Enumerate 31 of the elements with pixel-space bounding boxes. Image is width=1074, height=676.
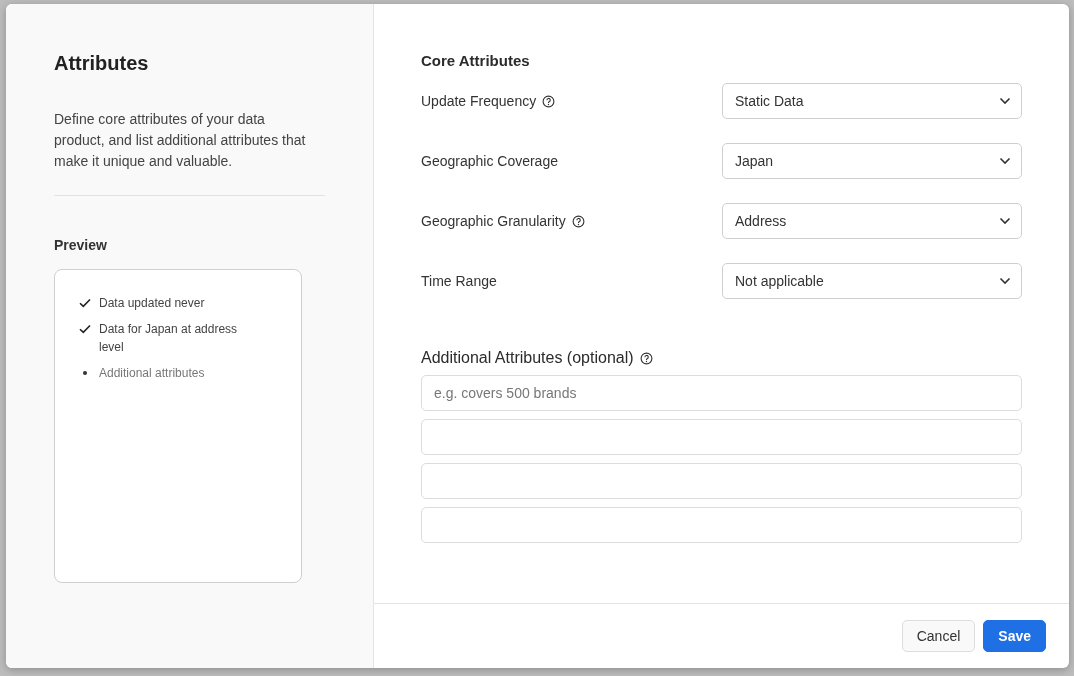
field-label: Time Range [421, 273, 497, 289]
dialog-title: Attributes [54, 52, 150, 75]
section-heading: Additional Attributes (optional) [421, 349, 634, 367]
select-field[interactable]: Not applicable [722, 263, 1022, 299]
chevron-down-icon [999, 277, 1011, 285]
help-icon[interactable] [571, 214, 585, 228]
help-icon[interactable] [542, 94, 556, 108]
check-icon [79, 298, 91, 308]
input-field[interactable] [421, 463, 1022, 499]
help-icon[interactable] [639, 351, 653, 365]
preview-heading: Preview [54, 237, 107, 253]
chevron-down-icon [999, 157, 1011, 165]
section-heading: Core Attributes [421, 52, 530, 69]
select-field[interactable]: Address [722, 203, 1022, 239]
field-label: Geographic Coverage [421, 153, 558, 169]
input-field[interactable] [421, 507, 1022, 543]
description: Define core attributes of your data product, and list additional attributes that make it unique and valuable. [54, 110, 306, 171]
chevron-down-icon [999, 97, 1011, 105]
save-button[interactable]: Save [983, 620, 1046, 652]
field-label: Update Frequency [421, 93, 537, 109]
preview-item: Data updated never [99, 295, 206, 312]
preview-item: Data for Japan at address level [99, 321, 239, 356]
field-label: Geographic Granularity [421, 213, 566, 229]
select-field[interactable]: Japan [722, 143, 1022, 179]
input-field[interactable]: e.g. covers 500 brands [421, 375, 1022, 411]
cancel-button[interactable]: Cancel [901, 620, 976, 652]
input-field[interactable] [421, 419, 1022, 455]
preview-item: Additional attributes [99, 365, 206, 382]
select-field[interactable]: Static Data [722, 83, 1022, 119]
chevron-down-icon [999, 217, 1011, 225]
check-icon [79, 324, 91, 334]
